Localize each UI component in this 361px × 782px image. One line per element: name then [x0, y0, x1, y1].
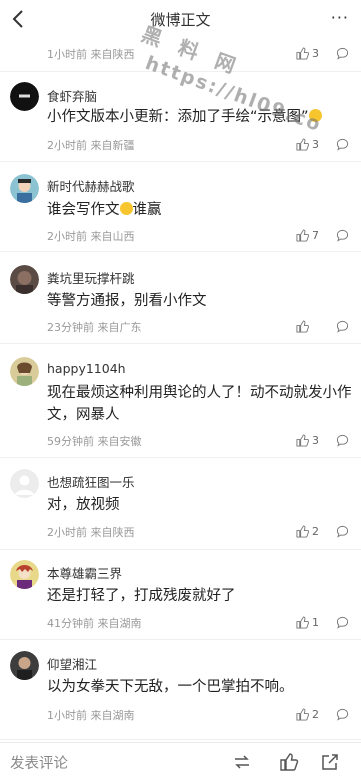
- bottom-bar: 发表评论: [0, 742, 361, 782]
- comment-item: 也想疏狂图一乐 对，放视频 2小时前 来自陕西 2: [0, 458, 361, 550]
- avatar[interactable]: [10, 174, 39, 203]
- thumb-up-icon: [296, 319, 309, 333]
- comment-actions: 3: [296, 136, 349, 152]
- comment-meta: 1小时前 来自陕西: [47, 48, 135, 61]
- avatar[interactable]: [10, 82, 39, 111]
- avatar[interactable]: [10, 265, 39, 294]
- reply-icon[interactable]: [336, 229, 349, 242]
- reply-icon[interactable]: [336, 434, 349, 447]
- username[interactable]: 粪坑里玩撑杆跳: [47, 268, 135, 287]
- top-bar: 微博正文 ···: [0, 0, 361, 38]
- comment-meta: 59分钟前 来自安徽: [47, 435, 142, 448]
- like-button[interactable]: 3: [296, 138, 336, 151]
- like-button[interactable]: 2: [296, 708, 336, 721]
- more-icon[interactable]: ···: [331, 10, 349, 26]
- reply-icon[interactable]: [336, 320, 349, 333]
- list-item: 1小时前 来自陕西 3: [0, 38, 361, 72]
- comment-item: 食虾弃脑 小作文版本小更新：添加了手绘“示意图” 2小时前 来自新疆 3: [0, 72, 361, 162]
- avatar[interactable]: [10, 560, 39, 589]
- username[interactable]: 新时代赫赫战歌: [47, 176, 135, 195]
- reply-icon[interactable]: [336, 708, 349, 721]
- like-button[interactable]: 1: [296, 616, 336, 629]
- comment-meta: 23分钟前 来自广东: [47, 321, 142, 334]
- username[interactable]: 也想疏狂图一乐: [47, 472, 135, 491]
- like-button[interactable]: 7: [296, 229, 336, 242]
- comment-actions: 3: [296, 432, 349, 448]
- comment-item: 仰望湘江 以为女拳天下无敌，一个巴掌拍不响。 1小时前 来自湖南 2: [0, 640, 361, 740]
- smirk-emoji-icon: [119, 202, 133, 215]
- laugh-emoji-icon: [308, 109, 322, 122]
- comment-meta: 2小时前 来自山西: [47, 230, 135, 243]
- thumb-up-icon: [296, 524, 309, 538]
- page-title: 微博正文: [150, 11, 211, 29]
- comment-meta: 2小时前 来自新疆: [47, 139, 135, 152]
- comment-text: 现在最烦这种利用舆论的人了！动不动就发小作文，网暴人: [47, 385, 352, 423]
- comment-item: happy1104h 现在最烦这种利用舆论的人了！动不动就发小作文，网暴人 59…: [0, 344, 361, 458]
- comment-item: 粪坑里玩撑杆跳 等警方通报，别看小作文 23分钟前 来自广东: [0, 252, 361, 344]
- thumb-up-icon: [296, 433, 309, 447]
- thumb-up-icon: [296, 46, 309, 60]
- comment-text: 还是打轻了，打成残废就好了: [47, 588, 236, 604]
- like-count: 2: [312, 524, 319, 538]
- thumb-up-icon: [296, 615, 309, 629]
- thumb-up-icon[interactable]: [279, 752, 299, 772]
- like-button[interactable]: 3: [296, 47, 336, 60]
- username[interactable]: 仰望湘江: [47, 654, 97, 673]
- avatar[interactable]: [10, 357, 39, 386]
- comment-meta: 1小时前 来自湖南: [47, 709, 135, 722]
- thumb-up-icon: [296, 137, 309, 151]
- comment-text: 小作文版本小更新：添加了手绘“示意图”: [47, 106, 352, 128]
- comment-item: 本尊雄霸三界 还是打轻了，打成残废就好了 41分钟前 来自湖南 1: [0, 550, 361, 640]
- comment-actions: 1: [296, 614, 349, 630]
- share-icon[interactable]: [320, 752, 340, 772]
- like-count: 3: [312, 433, 319, 447]
- thumb-up-icon: [296, 707, 309, 721]
- comment-text: 等警方通报，别看小作文: [47, 293, 207, 309]
- repost-icon[interactable]: [232, 752, 252, 772]
- avatar[interactable]: [10, 651, 39, 680]
- like-count: 3: [312, 46, 319, 60]
- comment-text: 以为女拳天下无敌，一个巴掌拍不响。: [47, 679, 294, 695]
- comment-meta: 41分钟前 来自湖南: [47, 617, 142, 630]
- username[interactable]: happy1104h: [47, 361, 126, 376]
- comment-actions: 2: [296, 706, 349, 722]
- comment-actions: [296, 318, 349, 334]
- comment-input[interactable]: 发表评论: [10, 752, 68, 773]
- username[interactable]: 本尊雄霸三界: [47, 563, 122, 582]
- comment-meta: 2小时前 来自陕西: [47, 526, 135, 539]
- like-button[interactable]: 2: [296, 525, 336, 538]
- comment-item: 新时代赫赫战歌 谁会写作文 谁赢 2小时前 来自山西 7: [0, 162, 361, 252]
- comment-actions: 7: [296, 227, 349, 243]
- thumb-up-icon: [296, 228, 309, 242]
- reply-icon[interactable]: [336, 525, 349, 538]
- like-count: 2: [312, 707, 319, 721]
- like-button[interactable]: [296, 319, 336, 333]
- avatar[interactable]: [10, 469, 39, 498]
- reply-icon[interactable]: [336, 47, 349, 60]
- like-count: 7: [312, 228, 319, 242]
- username[interactable]: 食虾弃脑: [47, 86, 97, 105]
- like-button[interactable]: 3: [296, 434, 336, 447]
- comment-text: 对，放视频: [47, 497, 120, 513]
- like-count: 1: [312, 615, 319, 629]
- reply-icon[interactable]: [336, 616, 349, 629]
- reply-icon[interactable]: [336, 138, 349, 151]
- like-count: 3: [312, 137, 319, 151]
- comment-text: 谁会写作文 谁赢: [47, 202, 162, 218]
- comment-actions: 2: [296, 523, 349, 539]
- comment-actions: 3: [296, 45, 349, 61]
